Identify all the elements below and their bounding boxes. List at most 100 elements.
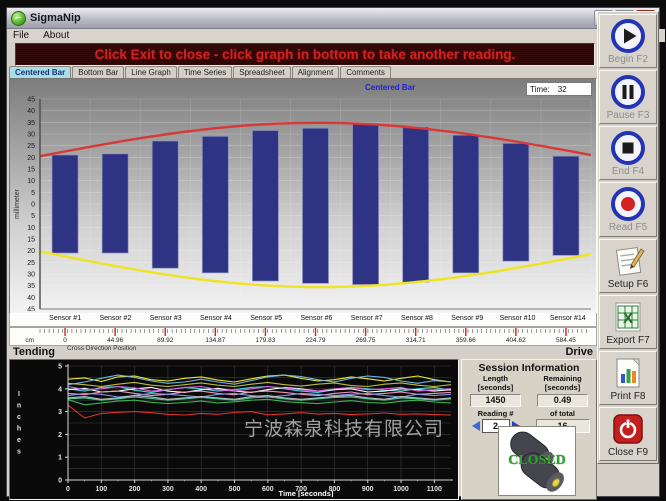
- svg-text:200: 200: [129, 486, 141, 493]
- record-icon: [610, 185, 646, 223]
- svg-text:134.87: 134.87: [205, 337, 225, 343]
- svg-text:35: 35: [27, 120, 35, 127]
- action-button-label: Export F7: [606, 335, 649, 346]
- previous-reading-arrow[interactable]: [472, 421, 480, 431]
- tab-strip: Centered BarBottom BarLine GraphTime Ser…: [9, 65, 392, 78]
- time-box: Time: 32: [526, 82, 592, 96]
- tab-alignment[interactable]: Alignment: [292, 66, 340, 78]
- svg-text:900: 900: [362, 486, 374, 493]
- action-button-label: End F4: [612, 166, 644, 177]
- svg-text:224.79: 224.79: [306, 337, 326, 343]
- sensor-label: Sensor #3: [141, 313, 191, 326]
- menu-file[interactable]: File: [13, 30, 29, 41]
- svg-text:30: 30: [27, 272, 35, 279]
- action-button-label: Pause F3: [607, 110, 650, 121]
- chart-title: Centered Bar: [365, 83, 415, 92]
- sensor-label: Sensor #9: [442, 313, 492, 326]
- length-value: 1450: [470, 394, 521, 407]
- app-window: SigmaNip – ❐ ✕ File About Click Exit to …: [6, 7, 660, 497]
- centered-bar-chart: 45403530252015105051015202530354045milli…: [10, 79, 596, 311]
- svg-text:cm: cm: [25, 337, 34, 343]
- svg-text:15: 15: [27, 167, 35, 174]
- tab-time-series[interactable]: Time Series: [178, 66, 232, 78]
- svg-text:h: h: [17, 426, 21, 433]
- svg-text:20: 20: [27, 155, 35, 162]
- svg-text:2: 2: [58, 432, 62, 439]
- setup-f6-button[interactable]: Setup F6: [599, 239, 657, 293]
- svg-text:89.92: 89.92: [157, 337, 174, 343]
- svg-text:5: 5: [31, 213, 35, 220]
- svg-text:359.66: 359.66: [456, 337, 476, 343]
- screenshot-root: { "window": { "title": "SigmaNip", "menu…: [0, 0, 666, 501]
- svg-text:500: 500: [229, 486, 241, 493]
- svg-text:e: e: [17, 437, 21, 444]
- svg-text:s: s: [17, 449, 21, 456]
- sensor-label: Sensor #14: [543, 313, 593, 326]
- svg-text:0: 0: [31, 202, 35, 209]
- action-button-label: Read F5: [609, 222, 647, 233]
- svg-text:600: 600: [262, 486, 274, 493]
- svg-text:40: 40: [27, 295, 35, 302]
- print-f8-button[interactable]: Print F8: [599, 351, 657, 405]
- orientation-strip: Tending Cross Direction Position Drive: [9, 345, 595, 359]
- svg-text:10: 10: [27, 178, 35, 185]
- sensor-label: Sensor #1: [40, 313, 90, 326]
- tab-comments[interactable]: Comments: [340, 66, 391, 78]
- svg-text:1: 1: [58, 455, 62, 462]
- svg-text:1000: 1000: [393, 486, 409, 493]
- sensor-label: Sensor #2: [90, 313, 140, 326]
- tending-label: Tending: [13, 346, 55, 358]
- export-f7-button[interactable]: XExport F7: [599, 295, 657, 349]
- power-icon: [610, 410, 646, 448]
- sensor-label: Sensor #4: [191, 313, 241, 326]
- message-banner: Click Exit to close - click graph in bot…: [15, 43, 595, 66]
- notes-icon: [609, 242, 647, 280]
- tab-bottom-bar[interactable]: Bottom Bar: [72, 66, 124, 78]
- svg-text:0: 0: [63, 337, 67, 343]
- tab-line-graph[interactable]: Line Graph: [125, 66, 177, 78]
- time-label: Time:: [530, 85, 550, 94]
- trend-graph[interactable]: 0123450100200300400500600700800900100011…: [9, 359, 459, 500]
- cross-direction-label: Cross Direction Position: [67, 345, 136, 352]
- drive-label: Drive: [565, 346, 593, 358]
- pause-f3-button[interactable]: Pause F3: [599, 70, 657, 124]
- action-button-label: Close F9: [608, 447, 648, 458]
- tab-spreadsheet[interactable]: Spreadsheet: [233, 66, 290, 78]
- action-button-label: Begin F2: [608, 54, 648, 65]
- sensor-label: Sensor #10: [492, 313, 542, 326]
- svg-text:45: 45: [27, 307, 35, 312]
- position-ruler: 044.9689.92134.87179.83224.79269.75314.7…: [9, 327, 597, 346]
- stop-icon: [610, 129, 646, 167]
- svg-text:millimeter: millimeter: [14, 188, 21, 219]
- svg-text:269.75: 269.75: [356, 337, 376, 343]
- svg-text:1100: 1100: [427, 486, 442, 493]
- svg-text:4: 4: [58, 386, 62, 393]
- svg-text:3: 3: [58, 409, 62, 416]
- svg-text:0: 0: [58, 478, 62, 485]
- begin-f2-button[interactable]: Begin F2: [599, 14, 657, 68]
- svg-text:584.45: 584.45: [556, 337, 576, 343]
- window-title: SigmaNip: [30, 12, 81, 24]
- title-bar[interactable]: SigmaNip – ❐ ✕: [7, 8, 659, 29]
- svg-text:30: 30: [27, 132, 35, 139]
- svg-text:5: 5: [58, 364, 62, 371]
- svg-text:c: c: [17, 414, 21, 421]
- tab-centered-bar[interactable]: Centered Bar: [9, 66, 71, 78]
- read-f5-button[interactable]: Read F5: [599, 182, 657, 236]
- close-f9-button[interactable]: Close F9: [599, 407, 657, 461]
- banner-text: Click Exit to close - click graph in bot…: [95, 47, 516, 62]
- action-button-label: Print F8: [610, 391, 645, 402]
- nip-status-text: CLOSED: [499, 453, 575, 469]
- centered-bar-panel: Centered Bar Time: 32 454035302520151050…: [9, 78, 597, 314]
- of-total-label: of total: [529, 409, 596, 418]
- svg-text:20: 20: [27, 248, 35, 255]
- action-button-label: Setup F6: [608, 279, 649, 290]
- remaining-value: 0.49: [537, 394, 588, 407]
- length-header: Length[seconds]: [462, 375, 529, 392]
- menu-about[interactable]: About: [43, 30, 69, 41]
- svg-text:314.71: 314.71: [406, 337, 426, 343]
- report-icon: [610, 354, 646, 392]
- svg-text:300: 300: [162, 486, 174, 493]
- svg-text:n: n: [17, 403, 21, 410]
- end-f4-button[interactable]: End F4: [599, 126, 657, 180]
